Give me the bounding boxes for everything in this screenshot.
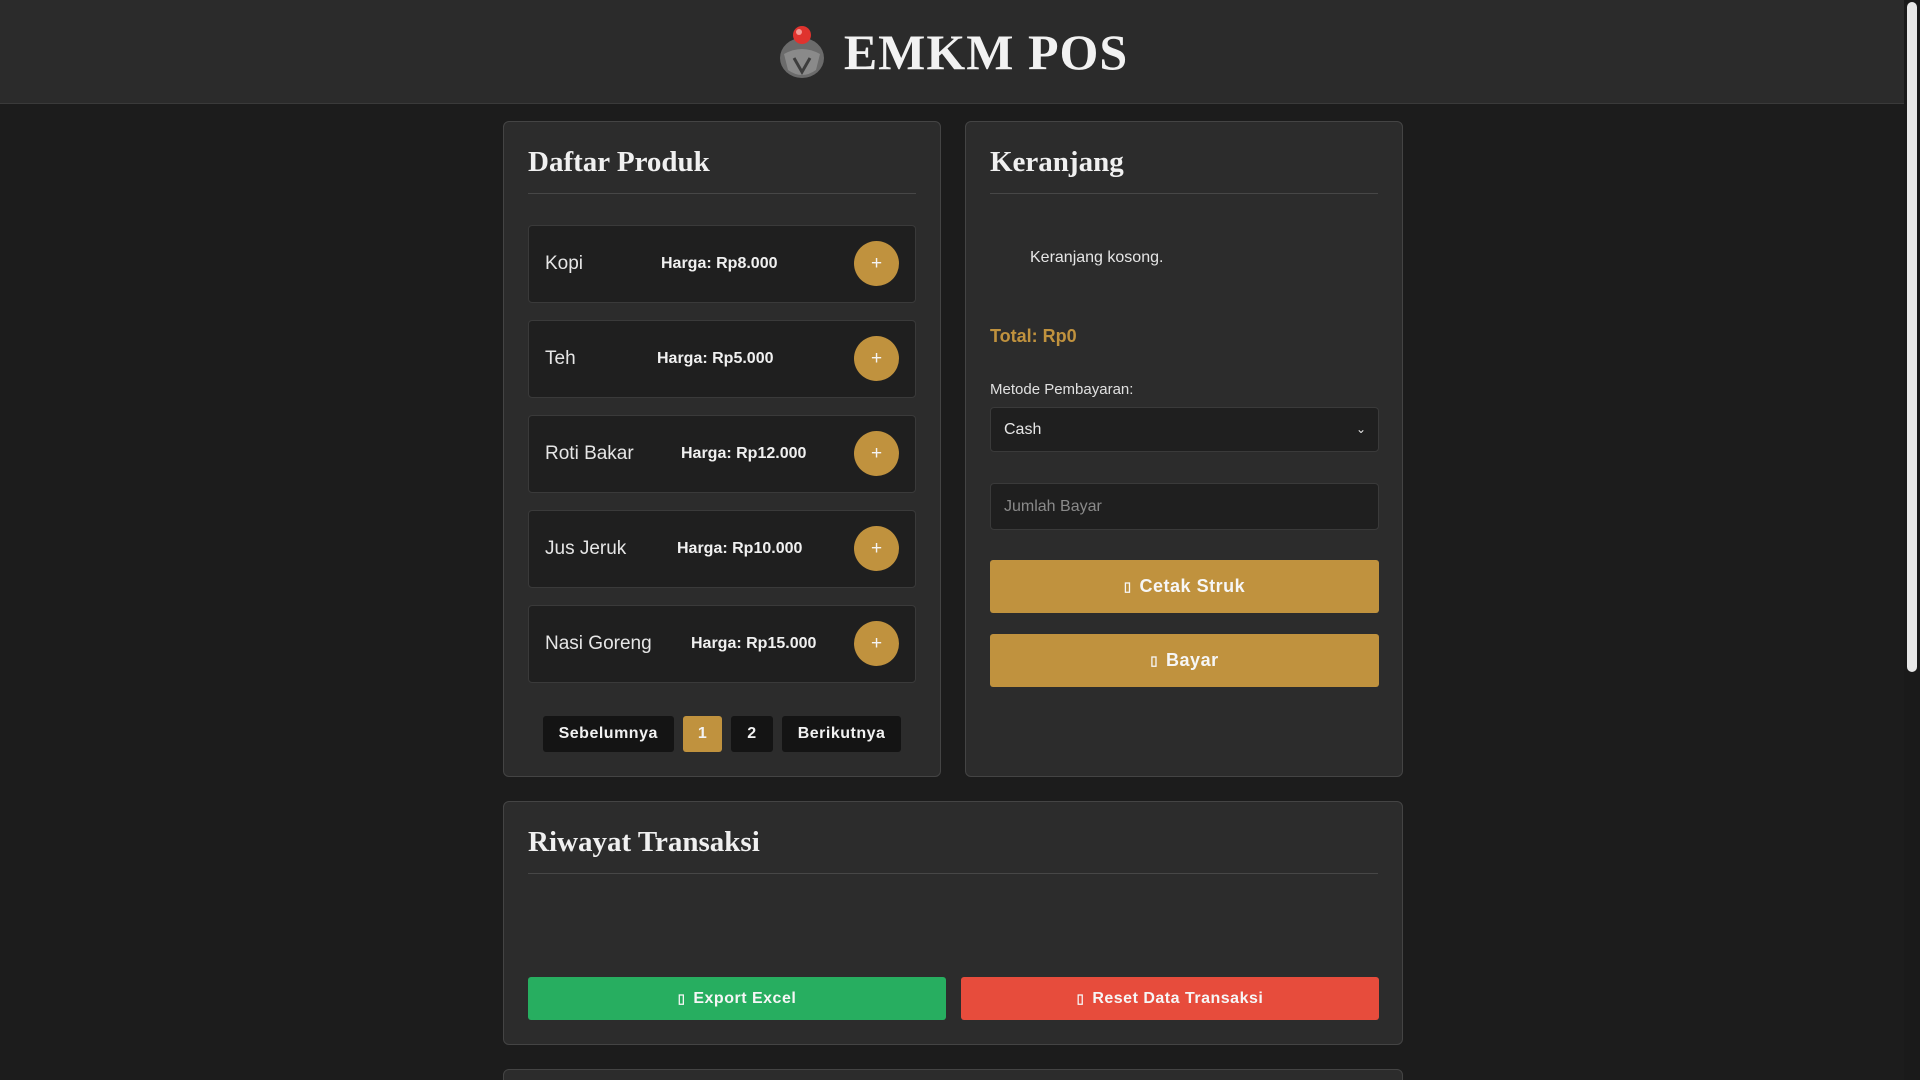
product-name: Nasi Goreng	[545, 633, 652, 654]
cart-empty-text: Keranjang kosong.	[1030, 249, 1164, 266]
product-name: Roti Bakar	[545, 443, 634, 464]
payment-method-select[interactable]: Cash ⌄	[990, 407, 1379, 452]
reset-transactions-label: Reset Data Transaksi	[1092, 989, 1264, 1007]
next-page-button[interactable]: Berikutnya	[781, 716, 902, 752]
add-to-cart-button[interactable]: +	[854, 621, 899, 666]
product-price: Harga: Rp12.000	[681, 445, 807, 462]
pos-robot-logo-icon	[779, 25, 824, 78]
product-card-teh: Teh Harga: Rp5.000 +	[528, 320, 916, 398]
reset-transactions-button[interactable]: ▯ Reset Data Transaksi	[961, 977, 1379, 1020]
payment-method-value: Cash	[1004, 421, 1042, 438]
product-name: Kopi	[545, 253, 584, 274]
chevron-down-icon: ⌄	[1355, 422, 1366, 436]
payment-method-label: Metode Pembayaran:	[990, 381, 1134, 398]
pagination: Sebelumnya 1 2 Berikutnya	[504, 716, 940, 752]
file-excel-icon: ▯	[677, 990, 686, 1006]
add-to-cart-button[interactable]: +	[854, 241, 899, 286]
cart-title: Keranjang	[990, 122, 1378, 194]
export-excel-button[interactable]: ▯ Export Excel	[528, 977, 946, 1020]
product-card-jus-jeruk: Jus Jeruk Harga: Rp10.000 +	[528, 510, 916, 588]
transaction-history-title: Riwayat Transaksi	[528, 802, 1378, 874]
product-card-roti-bakar: Roti Bakar Harga: Rp12.000 +	[528, 415, 916, 493]
product-name: Jus Jeruk	[545, 538, 627, 559]
product-price: Harga: Rp10.000	[677, 540, 803, 557]
money-icon: ▯	[1150, 652, 1159, 668]
page-1-button[interactable]: 1	[682, 716, 723, 752]
product-price: Harga: Rp5.000	[657, 350, 774, 367]
prev-page-button[interactable]: Sebelumnya	[542, 716, 674, 752]
add-to-cart-button[interactable]: +	[854, 526, 899, 571]
next-panel	[503, 1069, 1403, 1080]
print-icon: ▯	[1123, 578, 1132, 594]
scrollbar-thumb[interactable]	[1907, 2, 1917, 672]
add-to-cart-button[interactable]: +	[854, 336, 899, 381]
add-to-cart-button[interactable]: +	[854, 431, 899, 476]
product-name: Teh	[545, 348, 576, 369]
cart-total: Total: Rp0	[990, 326, 1077, 346]
page-scrollbar[interactable]	[1904, 0, 1920, 1080]
payment-amount-input[interactable]	[990, 483, 1379, 530]
page-2-button[interactable]: 2	[731, 716, 773, 752]
app-title: EMKM POS	[843, 23, 1129, 80]
print-receipt-label: Cetak Struk	[1139, 576, 1246, 596]
export-excel-label: Export Excel	[693, 989, 797, 1007]
product-price: Harga: Rp8.000	[661, 255, 778, 272]
product-price: Harga: Rp15.000	[691, 635, 817, 652]
app-header: EMKM POS	[0, 0, 1904, 104]
product-card-kopi: Kopi Harga: Rp8.000 +	[528, 225, 916, 303]
pay-label: Bayar	[1166, 650, 1219, 670]
product-list-panel: Daftar Produk Kopi Harga: Rp8.000 + Teh …	[503, 121, 941, 777]
trash-icon: ▯	[1076, 990, 1085, 1006]
product-card-nasi-goreng: Nasi Goreng Harga: Rp15.000 +	[528, 605, 916, 683]
pay-button[interactable]: ▯ Bayar	[990, 634, 1379, 687]
cart-panel: Keranjang Keranjang kosong. Total: Rp0 M…	[965, 121, 1403, 777]
print-receipt-button[interactable]: ▯ Cetak Struk	[990, 560, 1379, 613]
transaction-history-panel: Riwayat Transaksi ▯ Export Excel ▯ Reset…	[503, 801, 1403, 1045]
product-list-title: Daftar Produk	[528, 122, 916, 194]
